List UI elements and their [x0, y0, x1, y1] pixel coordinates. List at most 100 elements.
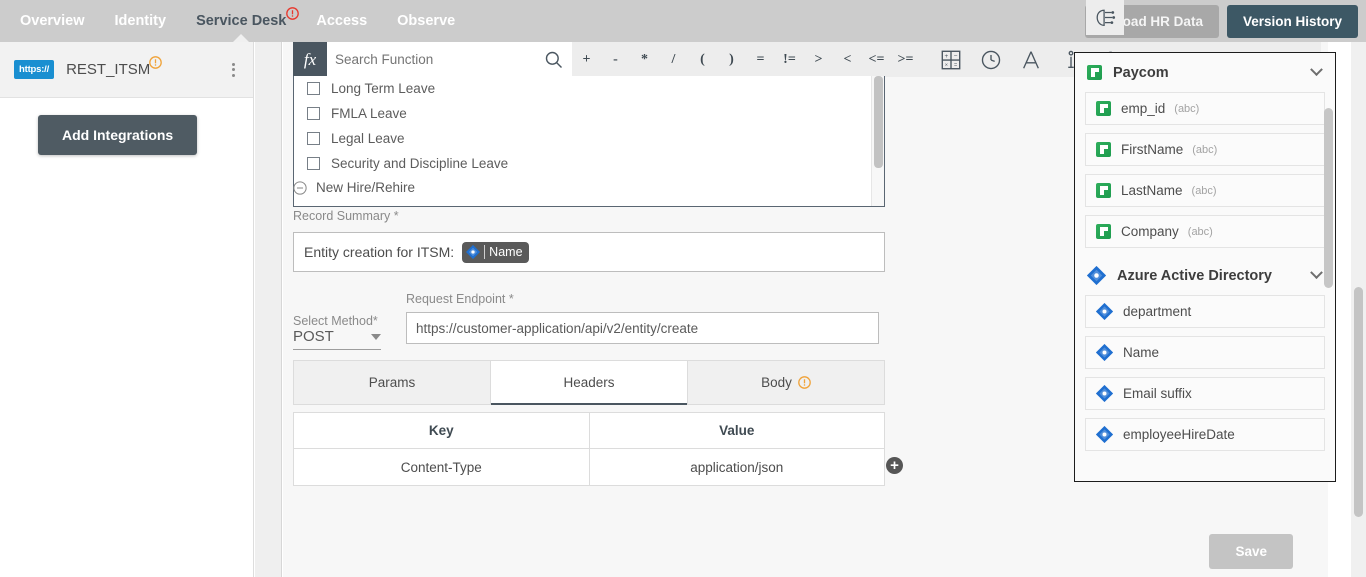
field-name: employeeHireDate — [1123, 427, 1235, 442]
text-format-icon[interactable] — [1020, 49, 1042, 71]
ai-brain-icon[interactable] — [1093, 7, 1117, 29]
chevron-down-icon[interactable] — [371, 333, 381, 340]
table-row[interactable]: Content-Type application/json — [294, 449, 884, 485]
function-fx-icon[interactable]: fx — [293, 42, 327, 77]
nav-item-observe[interactable]: Observe — [397, 13, 455, 29]
https-badge-icon: https:// — [14, 60, 55, 79]
method-dropdown[interactable]: POST — [293, 328, 381, 350]
operator-divide[interactable]: / — [659, 52, 688, 68]
select-method-field: Select Method* POST — [293, 314, 381, 350]
nav-label: Service Desk — [196, 13, 287, 29]
collapse-minus-icon[interactable] — [293, 180, 307, 195]
list-item[interactable]: Security and Discipline Leave — [294, 151, 884, 176]
list-item[interactable]: Long Term Leave — [294, 76, 884, 101]
operator-minus[interactable]: - — [601, 52, 630, 68]
record-summary-label: Record Summary * — [293, 209, 399, 223]
list-item[interactable]: LastName (abc) — [1085, 174, 1325, 207]
group-name: Azure Active Directory — [1117, 267, 1272, 284]
nav-item-access[interactable]: Access — [316, 13, 367, 29]
chevron-down-icon[interactable] — [1310, 266, 1323, 280]
select-method-label: Select Method* — [293, 314, 378, 328]
canvas-gutter — [255, 42, 282, 577]
scrollbar-thumb[interactable] — [1324, 108, 1333, 288]
operator-equals[interactable]: = — [746, 52, 775, 68]
azure-ad-icon — [1096, 426, 1113, 443]
operator-plus[interactable]: + — [572, 52, 601, 68]
page-scrollbar[interactable] — [1351, 42, 1366, 577]
cell-value[interactable]: application/json — [590, 449, 885, 485]
field-name: department — [1123, 304, 1192, 319]
left-sidebar: https:// REST_ITSM Add Integrations — [0, 42, 254, 577]
nav-label: Observe — [397, 13, 456, 29]
data-panel-scrollbar[interactable] — [1324, 98, 1333, 481]
request-endpoint-label: Request Endpoint * — [406, 292, 514, 306]
checkbox[interactable] — [307, 107, 320, 120]
azure-ad-icon — [466, 245, 481, 259]
list-item[interactable]: employeeHireDate — [1085, 418, 1325, 451]
section-header-new-hire-rehire[interactable]: New Hire/Rehire — [293, 180, 415, 195]
field-name: Company — [1121, 224, 1179, 239]
operator-multiply[interactable]: * — [630, 52, 659, 68]
add-integrations-button[interactable]: Add Integrations — [38, 115, 198, 155]
nav-item-overview[interactable]: Overview — [20, 13, 85, 29]
list-item[interactable]: department — [1085, 295, 1325, 328]
field-type: (abc) — [1174, 102, 1200, 115]
ai-brain-icon-overlay[interactable] — [1086, 0, 1124, 35]
list-item[interactable]: Name — [1085, 336, 1325, 369]
list-item[interactable]: FirstName (abc) — [1085, 133, 1325, 166]
checkbox[interactable] — [307, 82, 320, 95]
azure-ad-icon — [1096, 344, 1113, 361]
integration-name: REST_ITSM — [66, 61, 151, 78]
search-function-input[interactable] — [335, 52, 544, 67]
list-item[interactable]: emp_id (abc) — [1085, 92, 1325, 125]
tab-headers[interactable]: Headers — [491, 361, 688, 405]
more-options-icon[interactable] — [228, 59, 239, 81]
request-endpoint-input[interactable] — [406, 312, 879, 344]
clock-icon[interactable] — [980, 49, 1002, 71]
sidebar-item-rest-itsm[interactable]: https:// REST_ITSM — [0, 42, 253, 98]
operator-not-equals[interactable]: != — [775, 52, 804, 68]
warning-icon — [149, 56, 163, 69]
calculator-icon[interactable]: + − × = — [940, 49, 962, 71]
checkbox-list-scrollbar[interactable] — [871, 76, 884, 206]
operator-open-paren[interactable]: ( — [688, 52, 717, 68]
add-row-icon[interactable]: + — [886, 457, 903, 474]
list-item[interactable]: Company (abc) — [1085, 215, 1325, 248]
group-header-paycom[interactable]: Paycom — [1075, 53, 1335, 92]
group-header-azure-active-directory[interactable]: Azure Active Directory — [1075, 256, 1335, 295]
tab-params[interactable]: Params — [294, 361, 491, 404]
operator-greater[interactable]: > — [804, 52, 833, 68]
search-icon[interactable] — [544, 50, 564, 70]
paycom-icon — [1096, 101, 1111, 116]
scrollbar-thumb[interactable] — [874, 76, 883, 168]
save-button[interactable]: Save — [1209, 534, 1293, 569]
nav-item-identity[interactable]: Identity — [115, 13, 167, 29]
list-item[interactable]: Email suffix — [1085, 377, 1325, 410]
list-item[interactable]: FMLA Leave — [294, 101, 884, 126]
checkbox[interactable] — [307, 132, 320, 145]
field-name: FirstName — [1121, 142, 1184, 157]
chevron-down-icon[interactable] — [1310, 63, 1323, 77]
table-header-row: Key Value — [294, 413, 884, 449]
azure-ad-icon — [1087, 266, 1106, 285]
paycom-icon — [1096, 183, 1111, 198]
method-value: POST — [293, 328, 334, 345]
scrollbar-thumb[interactable] — [1354, 287, 1363, 517]
operator-greater-equal[interactable]: >= — [891, 52, 920, 68]
tab-body[interactable]: Body — [688, 361, 884, 404]
record-summary-input[interactable]: Entity creation for ITSM: Name — [293, 232, 885, 272]
field-token-name[interactable]: Name — [462, 241, 529, 263]
operator-less-equal[interactable]: <= — [862, 52, 891, 68]
search-function-wrapper — [327, 42, 572, 77]
cell-key[interactable]: Content-Type — [294, 449, 590, 485]
operator-close-paren[interactable]: ) — [717, 52, 746, 68]
svg-text:×: × — [945, 62, 948, 68]
column-header-key: Key — [294, 413, 590, 448]
data-source-panel: Paycom emp_id (abc) FirstName (abc) Last… — [1074, 52, 1336, 482]
operator-less[interactable]: < — [833, 52, 862, 68]
list-item[interactable]: Legal Leave — [294, 126, 884, 151]
version-history-button[interactable]: Version History — [1226, 5, 1358, 38]
column-header-value: Value — [719, 423, 755, 438]
checkbox[interactable] — [307, 157, 320, 170]
nav-item-service-desk[interactable]: Service Desk — [196, 7, 300, 43]
